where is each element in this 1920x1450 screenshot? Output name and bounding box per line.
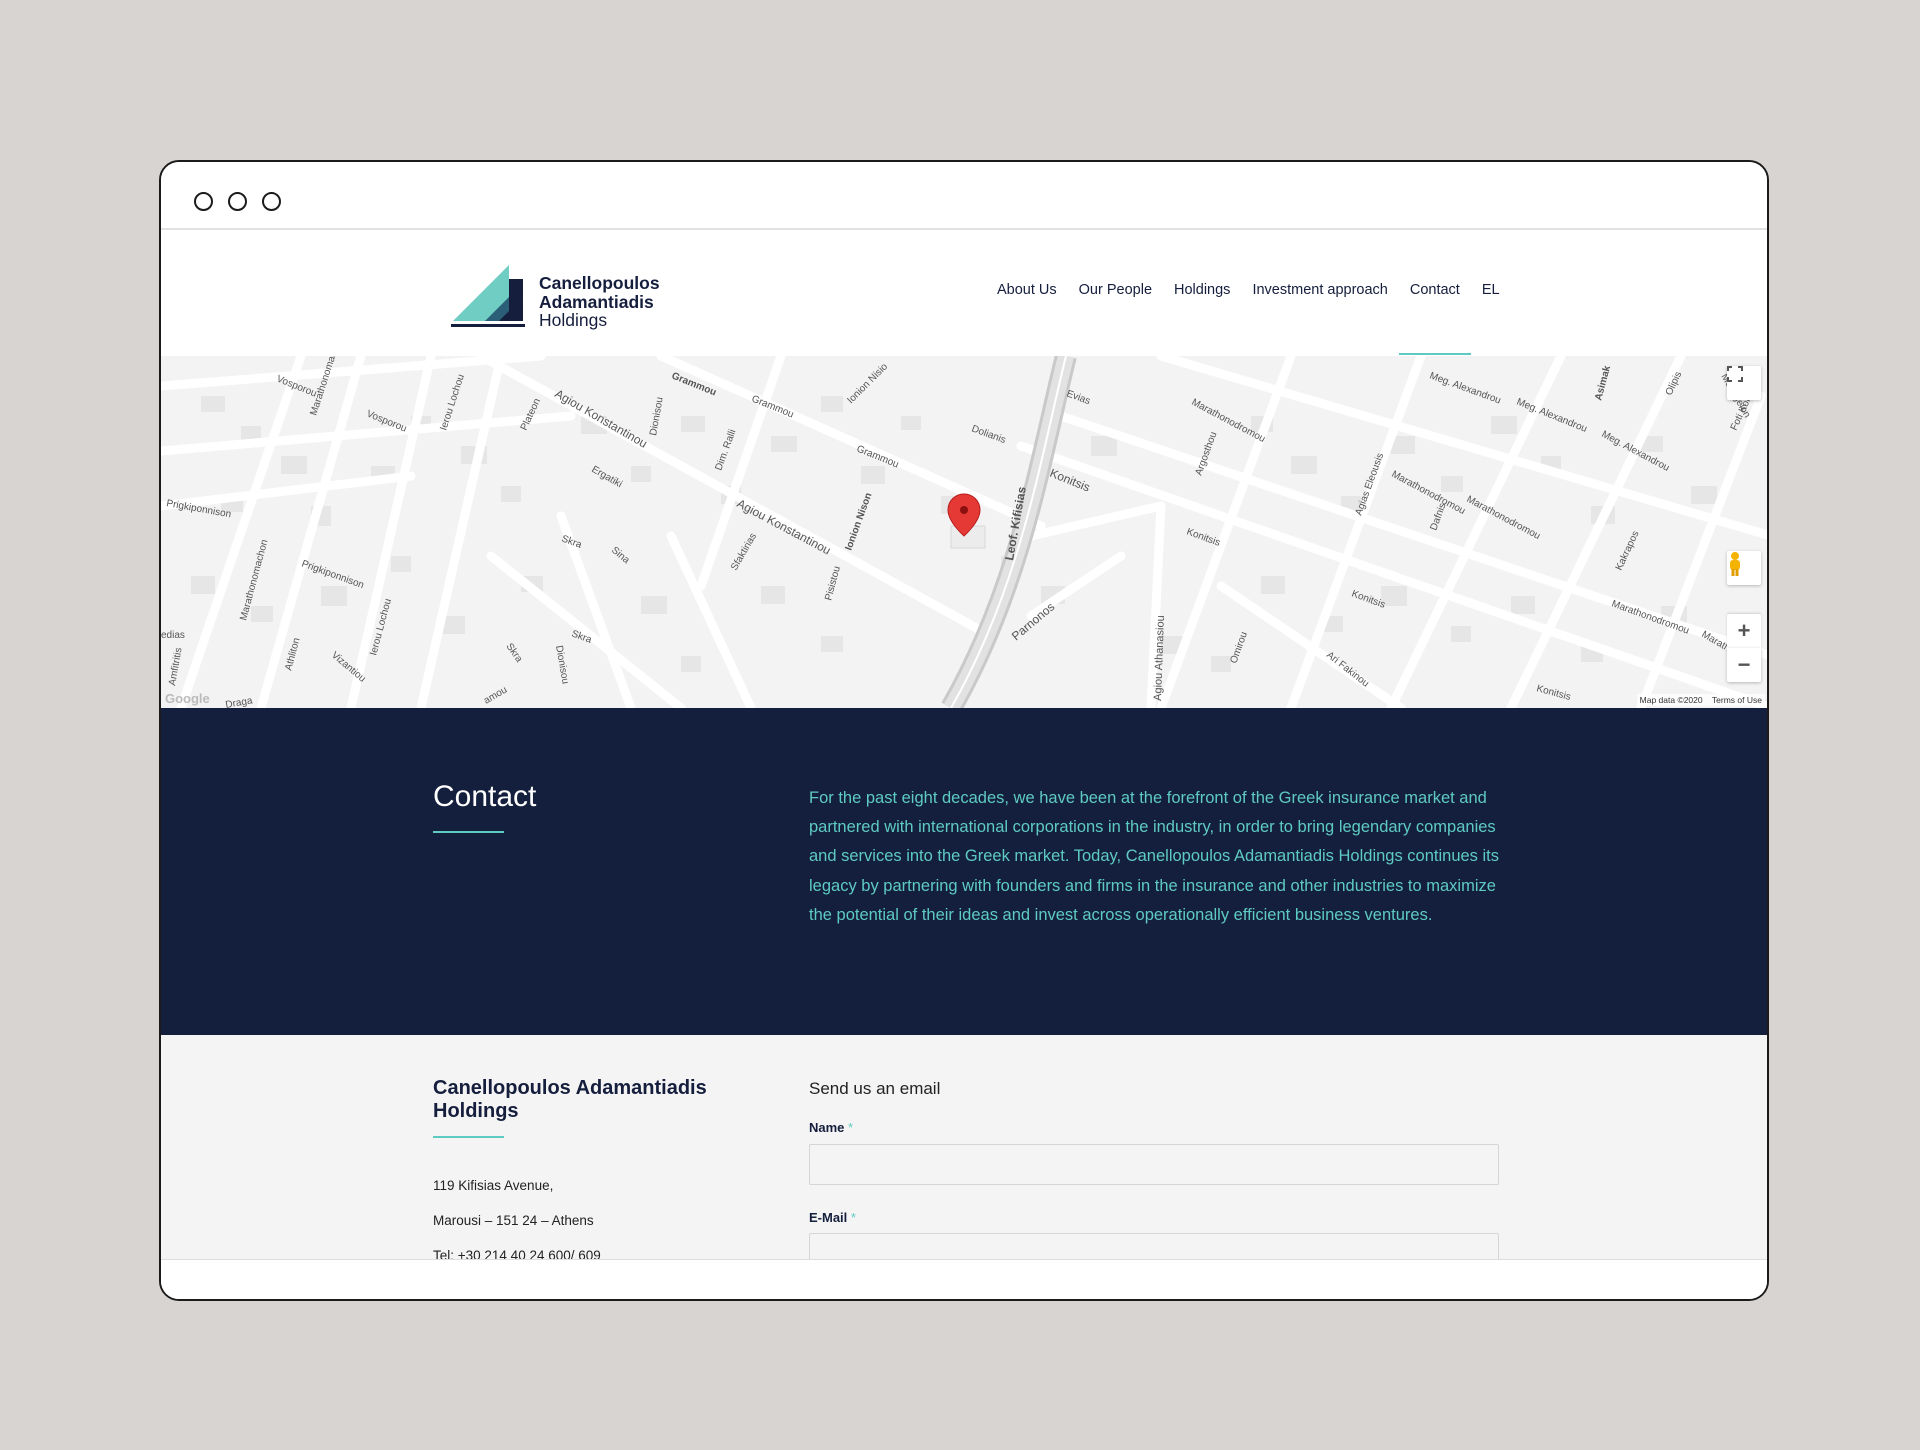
browser-chrome (161, 162, 1767, 230)
nav-investment-approach[interactable]: Investment approach (1252, 282, 1387, 298)
google-logo[interactable]: Google (165, 691, 210, 706)
page-title: Contact (433, 780, 537, 813)
form-title: Send us an email (809, 1079, 941, 1098)
nav-holdings[interactable]: Holdings (1174, 282, 1230, 298)
email-label-text: E-Mail (809, 1210, 848, 1225)
map-canvas[interactable]: Vosporou Vosporou Marathonomachon Ierou … (161, 356, 1767, 708)
brand-wordmark: Canellopoulos Adamantiadis Holdings (539, 274, 660, 330)
map-label: edias (161, 630, 185, 641)
brand-line-3: Holdings (539, 310, 608, 330)
window-minimize-dot[interactable] (228, 192, 247, 211)
fullscreen-icon[interactable] (1727, 366, 1761, 400)
email-label: E-Mail * (809, 1210, 856, 1225)
window-close-dot[interactable] (194, 192, 213, 211)
terms-of-use-link[interactable]: Terms of Use (1712, 695, 1762, 705)
street-view-pegman-icon[interactable] (1727, 551, 1761, 585)
zoom-in-icon: + (1737, 618, 1751, 643)
address-line-2: Marousi – 151 24 – Athens (433, 1213, 594, 1228)
location-map[interactable]: Vosporou Vosporou Marathonomachon Ierou … (161, 356, 1767, 708)
name-input[interactable] (809, 1144, 1499, 1185)
nav-language-el[interactable]: EL (1482, 282, 1500, 298)
nav-contact[interactable]: Contact (1398, 282, 1471, 355)
site-header: Canellopoulos Adamantiadis Holdings Abou… (161, 232, 1767, 356)
company-underline (433, 1136, 504, 1138)
main-nav: About Us Our People Holdings Investment … (997, 282, 1522, 355)
zoom-out-button[interactable]: − (1727, 648, 1761, 682)
name-label-text: Name (809, 1120, 845, 1135)
company-name: Canellopoulos Adamantiadis Holdings (433, 1077, 707, 1122)
intro-section: Contact For the past eight decades, we h… (161, 708, 1767, 1035)
map-data-text: Map data ©2020 (1639, 695, 1703, 705)
nav-about-us[interactable]: About Us (997, 282, 1057, 298)
zoom-in-button[interactable]: + (1727, 614, 1761, 648)
name-label: Name * (809, 1120, 853, 1135)
map-attribution: Map data ©2020 Terms of Use (1636, 694, 1765, 706)
browser-window: Canellopoulos Adamantiadis Holdings Abou… (159, 160, 1769, 1301)
intro-paragraph: For the past eight decades, we have been… (809, 789, 1500, 924)
window-bottom-bar (161, 1259, 1767, 1299)
brand-logo[interactable]: Canellopoulos Adamantiadis Holdings (451, 257, 671, 332)
address-line-1: 119 Kifisias Avenue, (433, 1178, 554, 1193)
required-mark: * (850, 1210, 856, 1225)
brand-line-2: Adamantiadis (539, 291, 654, 312)
window-maximize-dot[interactable] (262, 192, 281, 211)
required-mark: * (848, 1120, 854, 1135)
zoom-out-icon: − (1737, 652, 1751, 677)
title-underline (433, 831, 504, 833)
brand-line-1: Canellopoulos (539, 273, 660, 293)
sail-logo-icon (451, 265, 525, 327)
nav-our-people[interactable]: Our People (1079, 282, 1152, 298)
